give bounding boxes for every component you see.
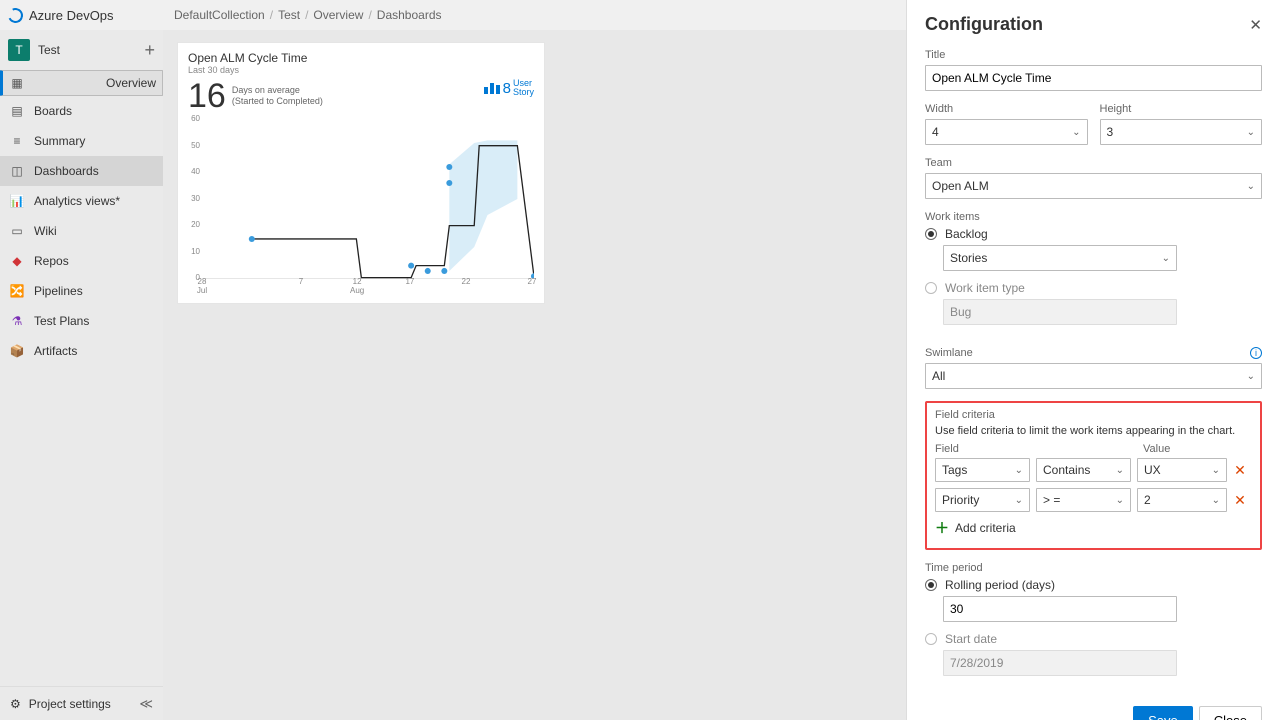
plus-icon: ＋ [935, 518, 949, 538]
rolling-radio[interactable]: Rolling period (days) [925, 578, 1262, 592]
wiki-icon: ▭ [10, 224, 24, 238]
add-icon[interactable]: + [144, 40, 155, 61]
remove-criteria-icon[interactable]: ✕ [1233, 462, 1247, 479]
chevron-down-icon: ⌄ [1162, 253, 1170, 264]
startdate-radio[interactable]: Start date [925, 632, 1262, 646]
breadcrumb-item[interactable]: Dashboards [377, 8, 442, 22]
widget-meta2: (Started to Completed) [232, 96, 323, 107]
summary-icon: ≡ [10, 134, 24, 148]
cycle-time-widget[interactable]: Open ALM Cycle Time Last 30 days 16 Days… [177, 42, 545, 304]
width-select[interactable]: 4⌄ [925, 119, 1088, 145]
operator-select[interactable]: Contains⌄ [1036, 458, 1131, 482]
sidebar-item-analytics-views-[interactable]: 📊Analytics views* [0, 186, 163, 216]
remove-criteria-icon[interactable]: ✕ [1233, 492, 1247, 509]
project-badge: T [8, 39, 30, 61]
rolling-input[interactable] [943, 596, 1177, 622]
title-label: Title [925, 49, 1262, 61]
artifact-icon: 📦 [10, 344, 24, 358]
badge-text: User Story [513, 79, 534, 97]
team-label: Team [925, 157, 1262, 169]
timeperiod-label: Time period [925, 562, 1262, 574]
close-icon[interactable]: ✕ [1249, 16, 1262, 34]
sidebar-item-overview[interactable]: ▦Overview [0, 70, 163, 96]
sidebar-item-summary[interactable]: ≡Summary [0, 126, 163, 156]
workitems-label: Work items [925, 211, 1262, 223]
azure-devops-icon [6, 5, 25, 24]
sidebar-item-boards[interactable]: ▤Boards [0, 96, 163, 126]
backlog-select[interactable]: Stories⌄ [943, 245, 1177, 271]
save-button[interactable]: Save [1133, 706, 1193, 720]
info-icon[interactable]: i [1250, 347, 1262, 359]
close-button[interactable]: Close [1199, 706, 1262, 720]
breadcrumb-item[interactable]: Overview [313, 8, 363, 22]
collapse-icon[interactable]: ≪ [139, 696, 153, 712]
breadcrumb-item[interactable]: Test [278, 8, 300, 22]
sidebar: T Test + ▦Overview▤Boards≡Summary◫Dashbo… [0, 30, 163, 720]
widget-title: Open ALM Cycle Time [188, 51, 534, 65]
chevron-down-icon: ⌄ [1247, 371, 1255, 382]
badge-count: 8 [503, 80, 511, 97]
sidebar-item-artifacts[interactable]: 📦Artifacts [0, 336, 163, 366]
test-icon: ⚗ [10, 314, 24, 328]
brand-label: Azure DevOps [29, 8, 169, 23]
field-criteria-heading: Field criteria [935, 409, 1252, 421]
title-input[interactable] [925, 65, 1262, 91]
field-criteria-section: Field criteria Use field criteria to lim… [925, 401, 1262, 550]
chevron-down-icon: ⌄ [1072, 127, 1080, 138]
breadcrumb: DefaultCollection/ Test/ Overview/ Dashb… [169, 8, 442, 22]
bar-icon [483, 81, 501, 95]
sidebar-item-pipelines[interactable]: 🔀Pipelines [0, 276, 163, 306]
sidebar-item-repos[interactable]: ◆Repos [0, 246, 163, 276]
panel-title: Configuration [925, 14, 1043, 35]
gear-icon: ⚙ [10, 697, 21, 711]
project-selector[interactable]: T Test + [0, 30, 163, 70]
team-select[interactable]: Open ALM⌄ [925, 173, 1262, 199]
width-label: Width [925, 103, 1088, 115]
operator-select[interactable]: > =⌄ [1036, 488, 1131, 512]
criteria-row: Tags⌄Contains⌄UX⌄ ✕ [935, 458, 1252, 482]
height-label: Height [1100, 103, 1263, 115]
project-name: Test [38, 43, 60, 57]
sidebar-item-wiki[interactable]: ▭Wiki [0, 216, 163, 246]
value-select[interactable]: 2⌄ [1137, 488, 1227, 512]
chart: 0102030405060 28 Jul712 Aug172227 [202, 119, 534, 294]
breadcrumb-item[interactable]: DefaultCollection [174, 8, 265, 22]
field-criteria-desc: Use field criteria to limit the work ite… [935, 425, 1252, 437]
board-icon: ▤ [10, 104, 24, 118]
value-select[interactable]: UX⌄ [1137, 458, 1227, 482]
chevron-down-icon: ⌄ [1247, 181, 1255, 192]
pipe-icon: 🔀 [10, 284, 24, 298]
startdate-input [943, 650, 1177, 676]
widget-big-number: 16 [188, 79, 226, 113]
workitemtype-select: Bug [943, 299, 1177, 325]
project-settings-label: Project settings [29, 697, 111, 711]
chevron-down-icon: ⌄ [1247, 127, 1255, 138]
swimlane-label: Swimlane [925, 347, 973, 359]
project-settings-link[interactable]: ⚙ Project settings ≪ [0, 686, 163, 720]
grid-icon: ▦ [10, 76, 24, 90]
user-story-badge: 8 User Story [483, 79, 534, 97]
add-criteria-button[interactable]: ＋Add criteria [935, 518, 1252, 538]
chart-icon: 📊 [10, 194, 24, 208]
repo-icon: ◆ [10, 254, 24, 268]
swimlane-select[interactable]: All⌄ [925, 363, 1262, 389]
field-select[interactable]: Priority⌄ [935, 488, 1030, 512]
height-select[interactable]: 3⌄ [1100, 119, 1263, 145]
workitemtype-radio[interactable]: Work item type [925, 281, 1262, 295]
sidebar-item-dashboards[interactable]: ◫Dashboards [0, 156, 163, 186]
sidebar-item-test-plans[interactable]: ⚗Test Plans [0, 306, 163, 336]
field-select[interactable]: Tags⌄ [935, 458, 1030, 482]
backlog-radio[interactable]: Backlog [925, 227, 1262, 241]
widget-subtitle: Last 30 days [188, 65, 534, 75]
widget-meta1: Days on average [232, 85, 323, 96]
criteria-row: Priority⌄> =⌄2⌄ ✕ [935, 488, 1252, 512]
configuration-panel: Configuration ✕ Title Width 4⌄ Height 3⌄… [906, 0, 1280, 720]
dash-icon: ◫ [10, 164, 24, 178]
